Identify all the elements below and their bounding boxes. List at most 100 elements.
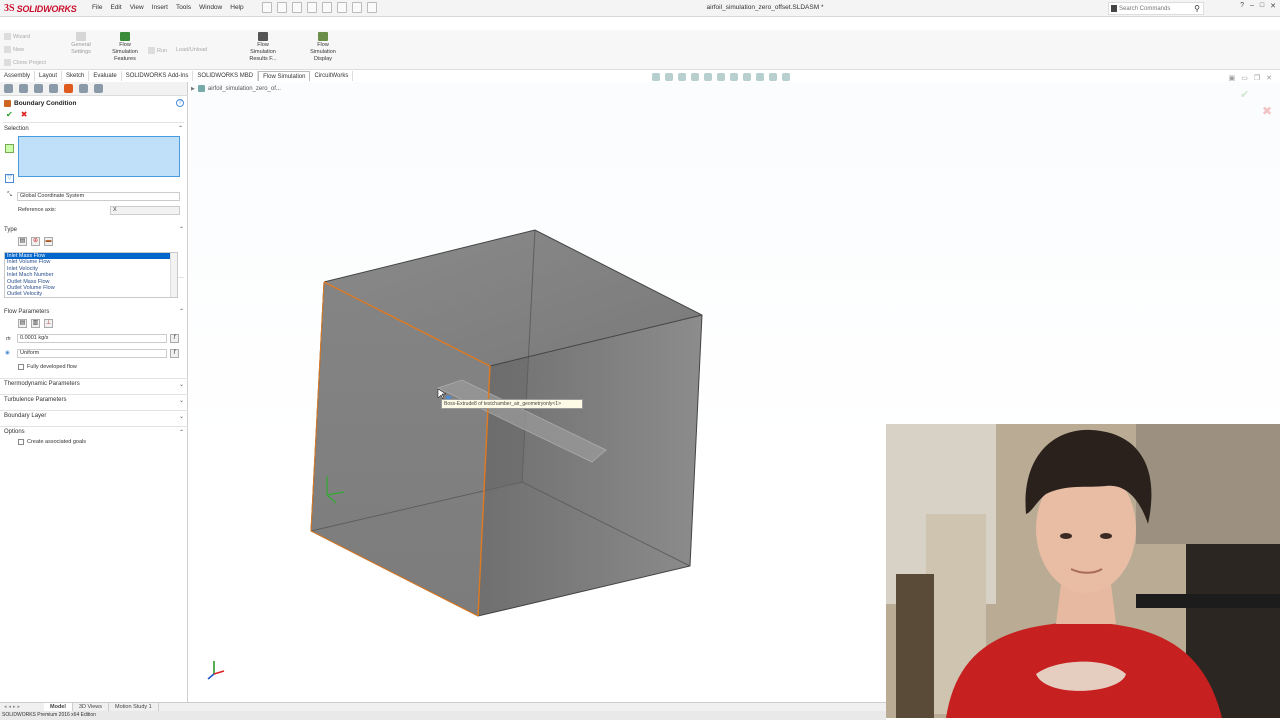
close-button[interactable]: ✕ xyxy=(1270,2,1276,10)
feature-manager-tab-icon[interactable] xyxy=(4,84,13,93)
flow-openings-icon[interactable]: ▤ xyxy=(18,237,27,246)
view-settings-icon[interactable] xyxy=(769,73,777,81)
options-gear-icon[interactable] xyxy=(367,2,377,13)
pressure-openings-icon[interactable]: ⊕ xyxy=(31,237,40,246)
collapse-chevron-icon[interactable]: ⌃ xyxy=(179,429,184,436)
zoom-to-fit-icon[interactable] xyxy=(652,73,660,81)
mass-flow-mode2-icon[interactable]: ▥ xyxy=(31,319,40,328)
apply-scene-icon[interactable] xyxy=(756,73,764,81)
reference-axis-select[interactable]: X xyxy=(110,206,180,215)
menu-file[interactable]: File xyxy=(88,3,106,12)
flow-analysis-tree-tab-icon[interactable] xyxy=(79,84,88,93)
help-icon[interactable]: ? xyxy=(1240,2,1244,10)
flow-simulation-features-button[interactable]: Flow Simulation Features xyxy=(108,32,142,63)
hide-show-icon[interactable] xyxy=(730,73,738,81)
tab-evaluate[interactable]: Evaluate xyxy=(89,71,122,81)
tab-model[interactable]: Model xyxy=(44,703,73,711)
tab-scroll-arrows-icon[interactable]: ◂◂▸▸ xyxy=(0,704,44,710)
tab-circuitworks[interactable]: CircuitWorks xyxy=(310,71,354,81)
previous-view-icon[interactable] xyxy=(678,73,686,81)
collapse-chevron-icon[interactable]: ⌃ xyxy=(178,125,183,132)
menu-view[interactable]: View xyxy=(126,3,148,12)
tab-layout[interactable]: Layout xyxy=(35,71,63,81)
tab-assembly[interactable]: Assembly xyxy=(0,71,36,81)
viewport-restore-icon[interactable]: ❐ xyxy=(1254,74,1260,82)
coordinate-system-field[interactable]: Global Coordinate System xyxy=(17,192,180,201)
confirmation-corner-cancel-icon[interactable]: ✖ xyxy=(1262,104,1272,118)
fully-developed-flow-checkbox[interactable] xyxy=(18,364,24,370)
monitor-icon[interactable] xyxy=(782,73,790,81)
profile-select[interactable]: Uniform xyxy=(17,349,167,358)
viewport-split-icon[interactable]: ▣ xyxy=(1229,74,1236,82)
tab-solidworks-add-ins[interactable]: SOLIDWORKS Add-Ins xyxy=(122,71,194,81)
mass-flow-mode3-icon[interactable]: ⊥ xyxy=(44,319,53,328)
maximize-button[interactable]: □ xyxy=(1260,2,1264,10)
solidworks-logo[interactable]: 3S SOLIDWORKS xyxy=(4,2,77,15)
wall-icon[interactable]: ▬ xyxy=(44,237,53,246)
ok-check-icon[interactable]: ✔ xyxy=(6,110,13,119)
listbox-scrollbar[interactable] xyxy=(170,253,177,297)
search-commands-box[interactable]: Search Commands ⚲ xyxy=(1108,2,1204,15)
zoom-to-area-icon[interactable] xyxy=(665,73,673,81)
flow-simulation-results-button[interactable]: Flow Simulation Results F... xyxy=(246,32,280,63)
appearance-tab-icon[interactable] xyxy=(94,84,103,93)
mass-flow-input[interactable]: 0.0001 kg/s xyxy=(17,334,167,343)
minimize-button[interactable]: – xyxy=(1250,2,1254,10)
tab-solidworks-mbd[interactable]: SOLIDWORKS MBD xyxy=(193,71,259,81)
configuration-manager-tab-icon[interactable] xyxy=(34,84,43,93)
type-section-header[interactable]: Type ⌃ xyxy=(0,224,188,235)
create-goals-checkbox[interactable] xyxy=(18,439,24,445)
selection-section-header[interactable]: Selection ⌃ xyxy=(0,123,187,134)
new-project-command[interactable]: New xyxy=(4,46,24,53)
mass-flow-mode-icon[interactable]: ▤ xyxy=(18,319,27,328)
viewport-close-icon[interactable]: ✕ xyxy=(1266,74,1272,82)
rebuild-icon[interactable] xyxy=(352,2,362,13)
help-icon[interactable]: ? xyxy=(176,99,184,107)
boundary-layer-header[interactable]: Boundary Layer ⌄ xyxy=(0,410,188,421)
wizard-command[interactable]: Wizard xyxy=(4,33,30,40)
flow-parameters-section-header[interactable]: Flow Parameters ⌃ xyxy=(0,306,188,317)
edit-appearance-icon[interactable] xyxy=(743,73,751,81)
selection-faces-box[interactable] xyxy=(18,136,180,177)
filter-icon[interactable]: ▽ xyxy=(5,174,14,183)
collapse-chevron-icon[interactable]: ⌃ xyxy=(179,226,184,233)
general-settings-button[interactable]: General Settings xyxy=(66,32,96,56)
new-doc-icon[interactable] xyxy=(262,2,272,13)
cancel-x-icon[interactable]: ✖ xyxy=(21,110,28,119)
menu-edit[interactable]: Edit xyxy=(106,3,125,12)
expand-chevron-icon[interactable]: ⌄ xyxy=(179,381,184,388)
expand-chevron-icon[interactable]: ⌄ xyxy=(179,397,184,404)
open-icon[interactable] xyxy=(277,2,287,13)
flow-simulation-display-button[interactable]: Flow Simulation Display xyxy=(306,32,340,63)
undo-icon[interactable] xyxy=(322,2,332,13)
clone-project-command[interactable]: Clone Project xyxy=(4,59,46,66)
display-manager-tab-icon[interactable] xyxy=(64,84,73,93)
options-section-header[interactable]: Options ⌃ xyxy=(0,426,188,437)
viewport-minimize-icon[interactable]: ▭ xyxy=(1241,74,1248,82)
section-view-icon[interactable] xyxy=(691,73,699,81)
confirmation-corner-ok-icon[interactable]: ✔ xyxy=(1240,88,1249,101)
display-style-icon[interactable] xyxy=(717,73,725,81)
tab-3d-views[interactable]: 3D Views xyxy=(73,703,110,711)
view-orientation-icon[interactable] xyxy=(704,73,712,81)
menu-help[interactable]: Help xyxy=(226,3,247,12)
run-button[interactable]: Run xyxy=(148,47,167,54)
load-unload-button[interactable]: Load/Unload xyxy=(176,47,207,53)
search-icon[interactable]: ⚲ xyxy=(1194,4,1200,13)
collapse-chevron-icon[interactable]: ⌃ xyxy=(179,308,184,315)
tab-flow-simulation[interactable]: Flow Simulation xyxy=(258,71,311,81)
print-icon[interactable] xyxy=(307,2,317,13)
function-icon[interactable]: f xyxy=(170,349,179,358)
function-icon[interactable]: f xyxy=(170,334,179,343)
type-listbox[interactable]: Inlet Mass Flow Inlet Volume Flow Inlet … xyxy=(4,252,178,298)
property-manager-tab-icon[interactable] xyxy=(19,84,28,93)
thermodynamic-parameters-header[interactable]: Thermodynamic Parameters ⌄ xyxy=(0,378,188,389)
save-icon[interactable] xyxy=(292,2,302,13)
expand-chevron-icon[interactable]: ⌄ xyxy=(179,413,184,420)
menu-insert[interactable]: Insert xyxy=(148,3,172,12)
list-item[interactable]: Outlet Velocity xyxy=(5,291,177,297)
dimxpert-tab-icon[interactable] xyxy=(49,84,58,93)
select-icon[interactable] xyxy=(337,2,347,13)
menu-tools[interactable]: Tools xyxy=(172,3,195,12)
tab-sketch[interactable]: Sketch xyxy=(62,71,90,81)
